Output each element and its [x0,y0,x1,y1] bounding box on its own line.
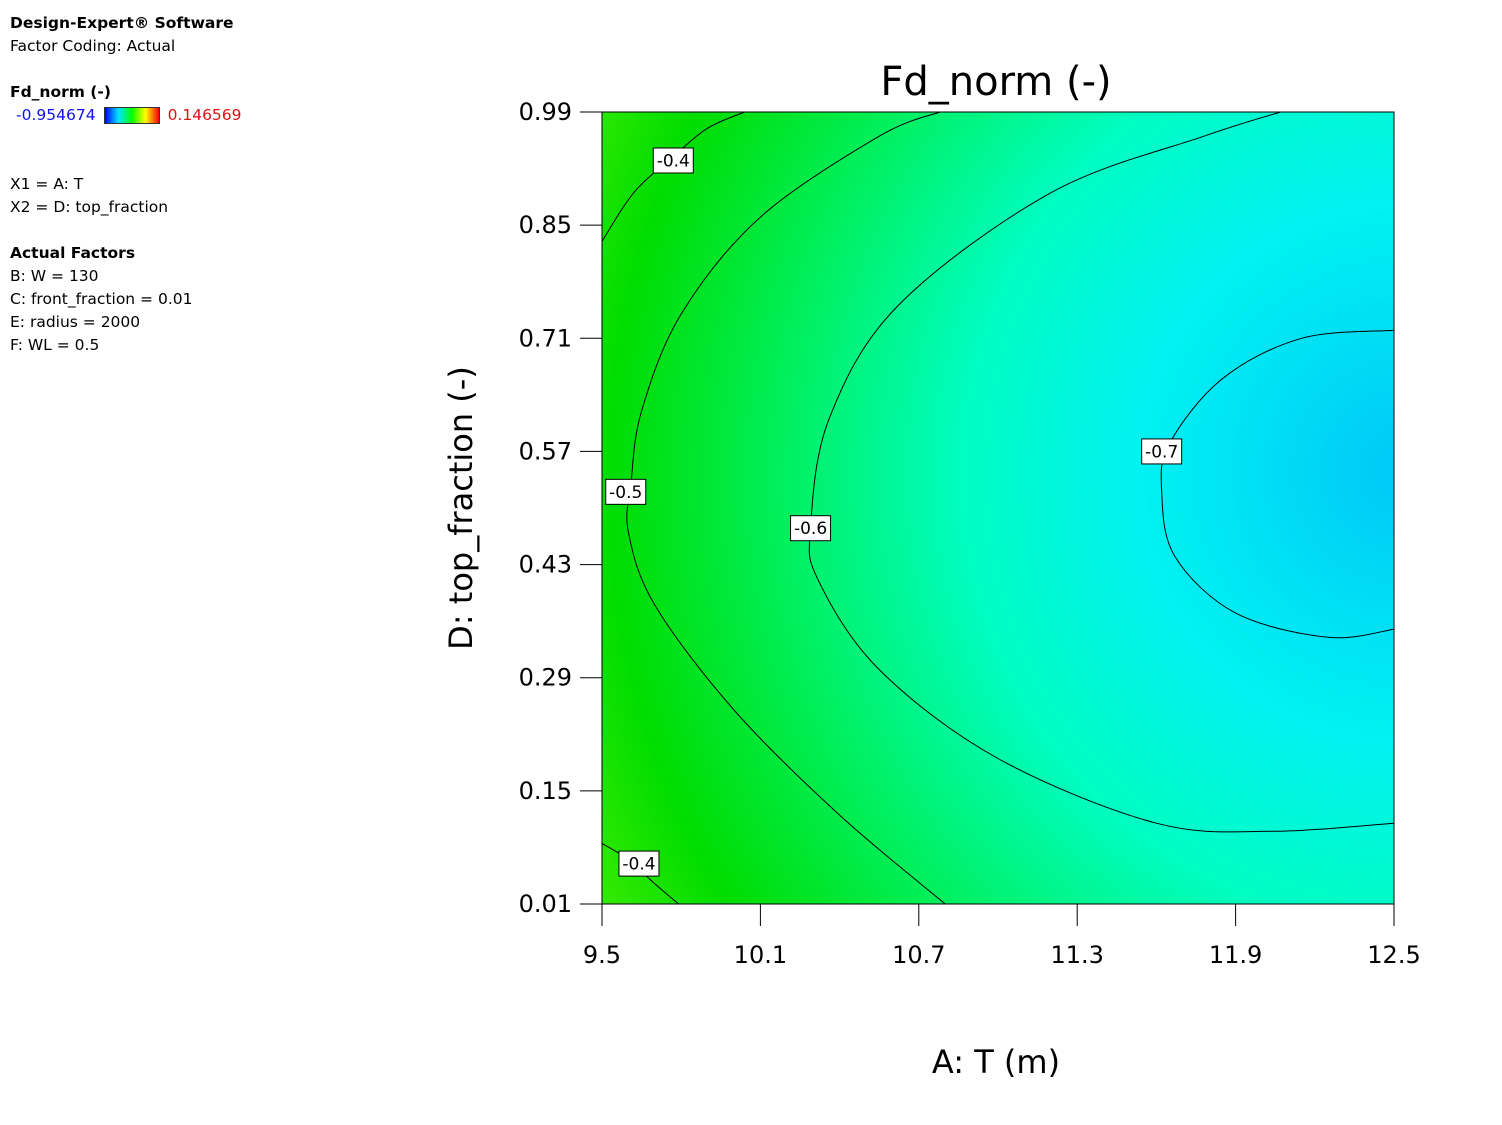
contour-label: -0.4 [622,855,655,875]
contour-label: -0.5 [609,483,642,503]
contour-label: -0.4 [657,151,690,171]
x-tick-label: 11.3 [1050,941,1103,969]
contour-field [602,112,1394,904]
y-tick-label: 0.29 [519,664,572,692]
factor-coding: Factor Coding: Actual [10,37,176,55]
y-tick-label: 0.85 [519,211,572,239]
factor-x1: X1 = A: T [10,175,84,193]
contour-label: -0.7 [1145,442,1178,462]
color-legend: -0.954674 0.146569 [16,104,340,127]
y-axis-label: D: top_fraction (-) [442,366,480,650]
x-tick-label: 11.9 [1209,941,1262,969]
x-tick-label: 9.5 [583,941,621,969]
legend-min: -0.954674 [16,106,96,124]
y-tick-label: 0.99 [519,98,572,126]
response-name: Fd_norm (-) [10,83,111,101]
x-axis-label: A: T (m) [932,1043,1060,1081]
y-tick-label: 0.43 [519,551,572,579]
actual-factor: C: front_fraction = 0.01 [10,290,193,308]
info-panel: Design-Expert® Software Factor Coding: A… [10,12,340,357]
actual-factors-title: Actual Factors [10,244,136,262]
factor-x2: X2 = D: top_fraction [10,198,169,216]
actual-factor: B: W = 130 [10,267,99,285]
x-tick-label: 10.1 [734,941,787,969]
y-tick-label: 0.57 [519,437,572,465]
legend-color-bar [103,107,160,124]
y-tick-label: 0.15 [519,777,572,805]
actual-factor: F: WL = 0.5 [10,336,100,354]
y-tick-label: 0.71 [519,324,572,352]
y-tick-label: 0.01 [519,890,572,918]
legend-max: 0.146569 [167,106,242,124]
x-tick-label: 10.7 [892,941,945,969]
chart-title: Fd_norm (-) [880,59,1111,105]
actual-factor: E: radius = 2000 [10,313,141,331]
software-name: Design-Expert® Software [10,14,234,32]
contour-label: -0.6 [794,519,827,539]
x-tick-label: 12.5 [1367,941,1420,969]
